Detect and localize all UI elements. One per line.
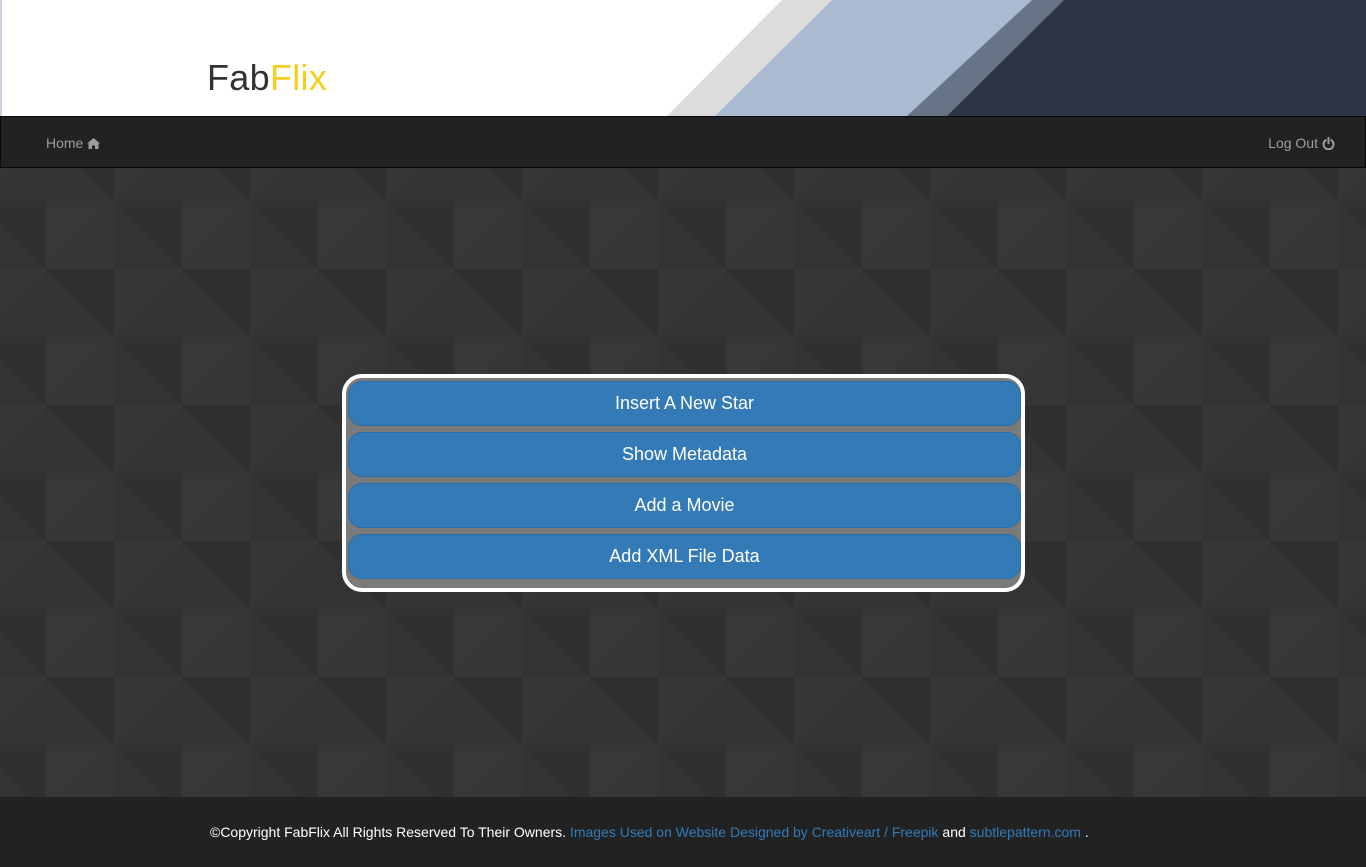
add-movie-button[interactable]: Add a Movie bbox=[348, 483, 1021, 528]
footer: ©Copyright FabFlix All Rights Reserved T… bbox=[0, 797, 1366, 867]
subtlepattern-link[interactable]: subtlepattern.com bbox=[970, 824, 1081, 840]
add-xml-data-button[interactable]: Add XML File Data bbox=[348, 534, 1021, 579]
navbar: Home Log Out bbox=[0, 116, 1366, 168]
main-content: Insert A New Star Show Metadata Add a Mo… bbox=[0, 168, 1366, 797]
footer-end-text: . bbox=[1084, 824, 1089, 840]
nav-logout-link[interactable]: Log Out bbox=[1268, 134, 1335, 152]
nav-logout-label: Log Out bbox=[1268, 135, 1318, 151]
creativeart-freepik-link[interactable]: Images Used on Website Designed by Creat… bbox=[570, 824, 939, 840]
show-metadata-button[interactable]: Show Metadata bbox=[348, 432, 1021, 477]
insert-star-button[interactable]: Insert A New Star bbox=[348, 381, 1021, 426]
logo-part-fab: Fab bbox=[207, 57, 270, 98]
home-icon bbox=[87, 137, 101, 149]
fabflix-logo[interactable]: FabFlix bbox=[207, 57, 327, 99]
header-banner: FabFlix bbox=[0, 0, 1366, 116]
nav-home-link[interactable]: Home bbox=[46, 134, 101, 152]
nav-home-label: Home bbox=[46, 135, 84, 151]
admin-button-panel: Insert A New Star Show Metadata Add a Mo… bbox=[342, 374, 1025, 592]
footer-and-text: and bbox=[942, 824, 966, 840]
logo-part-flix: Flix bbox=[269, 57, 328, 98]
power-icon bbox=[1322, 136, 1335, 150]
footer-text: ©Copyright FabFlix All Rights Reserved T… bbox=[210, 824, 1089, 840]
copyright-text: ©Copyright FabFlix All Rights Reserved T… bbox=[210, 824, 567, 840]
